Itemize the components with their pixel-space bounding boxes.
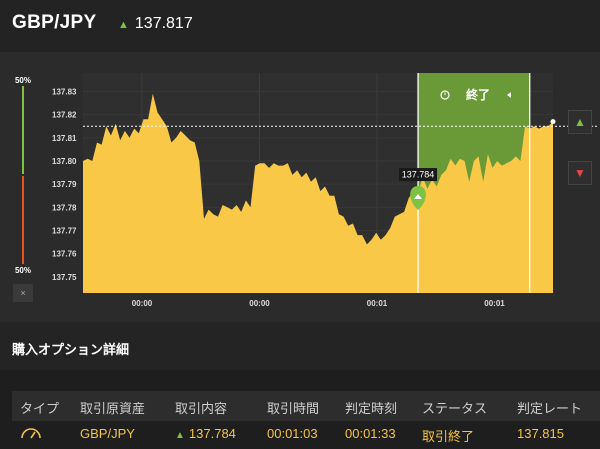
row-judge-time: 00:01:33 xyxy=(345,426,396,441)
y-tick-label: 137.79 xyxy=(52,180,77,189)
row-time: 00:01:03 xyxy=(267,426,318,441)
y-tick-label: 137.82 xyxy=(52,111,77,120)
y-tick-label: 137.76 xyxy=(52,250,77,259)
y-tick-label: 137.81 xyxy=(52,134,77,143)
row-rate: 137.815 xyxy=(517,426,564,441)
y-tick-label: 137.78 xyxy=(52,203,77,212)
gauge-icon xyxy=(20,424,42,443)
entry-marker-label: 137.784 xyxy=(402,170,435,180)
current-rate-dot xyxy=(550,119,556,125)
price-chart: 137.83 137.82 137.81 137.80 137.79 137.78 137.… xyxy=(52,73,598,308)
col-rate: 判定レート xyxy=(517,401,583,416)
x-axis-ticks: 00:00 00:00 00:01 00:01 xyxy=(132,299,506,308)
row-content-value: 137.784 xyxy=(188,426,236,441)
row-status: 取引終了 xyxy=(422,429,475,444)
y-tick-label: 137.75 xyxy=(52,273,77,282)
y-tick-label: 137.83 xyxy=(52,88,77,97)
x-tick-label: 00:01 xyxy=(484,299,505,308)
call-button[interactable]: ▲ xyxy=(568,110,592,134)
option-window-label: 終了 xyxy=(466,87,490,102)
row-content: ▲ 137.784 xyxy=(175,426,236,441)
up-arrow-icon: ▲ xyxy=(175,430,185,441)
col-judge-time: 判定時刻 xyxy=(345,401,398,416)
y-tick-label: 137.77 xyxy=(52,226,77,235)
col-asset: 取引原資産 xyxy=(80,401,146,416)
col-type: タイプ xyxy=(20,401,60,416)
x-tick-label: 00:00 xyxy=(249,299,270,308)
col-time: 取引時間 xyxy=(267,401,320,416)
row-asset: GBP/JPY xyxy=(80,426,135,441)
y-tick-label: 137.80 xyxy=(52,157,77,166)
y-axis-ticks: 137.83 137.82 137.81 137.80 137.79 137.78 137.… xyxy=(52,88,77,282)
x-tick-label: 00:01 xyxy=(367,299,388,308)
put-button[interactable]: ▼ xyxy=(568,161,592,185)
col-content: 取引内容 xyxy=(175,401,228,416)
col-status: ステータス xyxy=(422,401,488,416)
x-tick-label: 00:00 xyxy=(132,299,153,308)
details-title: 購入オプション詳細 xyxy=(12,342,130,357)
